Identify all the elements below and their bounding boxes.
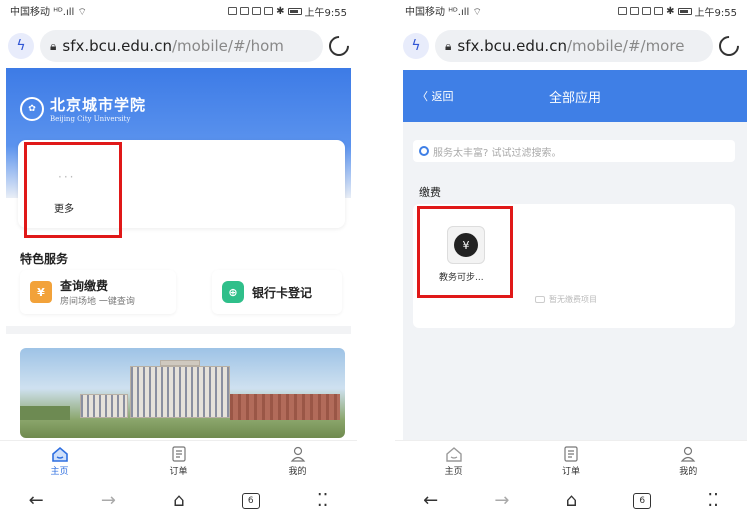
bluetooth-icon: ✱ (276, 5, 285, 17)
tab-label: 订单 (561, 467, 580, 477)
empty-label: 暂无缴费项目 (549, 295, 597, 304)
carrier-label: 中国移动 (405, 7, 445, 18)
reload-icon[interactable] (714, 31, 744, 61)
tab-profile[interactable]: 我的 (268, 446, 328, 477)
status-bar: 中国移动 ᴴᴰ.ıll ⌔ ✱ 上午9:55 (0, 0, 357, 22)
service-bank-card[interactable]: ⊕ 银行卡登记 (212, 270, 342, 314)
tab-label: 我的 (679, 467, 698, 477)
tab-home[interactable]: 主页 (424, 446, 484, 477)
university-logo: ✿ 北京城市学院 Beijing City University (20, 94, 146, 123)
home-icon (51, 446, 69, 462)
bolt-icon[interactable]: ϟ (8, 33, 34, 59)
search-input[interactable]: 服务太丰富? 试试过滤搜索。 (413, 140, 735, 162)
order-icon (170, 446, 188, 462)
logo-name-en: Beijing City University (50, 115, 131, 123)
nfc-icon (252, 7, 262, 15)
search-placeholder: 服务太丰富? 试试过滤搜索。 (433, 147, 562, 159)
back-arrow-icon[interactable]: ← (29, 490, 44, 511)
highlight-box (24, 142, 122, 238)
nfc-icon (642, 7, 652, 15)
section-title: 特色服务 (20, 252, 69, 266)
lock-icon: 🔒︎ (50, 38, 57, 53)
bolt-icon[interactable]: ϟ (403, 33, 429, 59)
campus-photo (20, 348, 345, 438)
page-header: 〈 返回 全部应用 (403, 70, 747, 122)
tabs-count-button[interactable]: 6 (633, 492, 652, 509)
divider (6, 326, 351, 334)
menu-dots-icon[interactable]: ⁚⁚ (317, 490, 328, 511)
page-title: 全部应用 (548, 90, 601, 106)
notification-icon (240, 7, 250, 15)
phone-screen-home: 中国移动 ᴴᴰ.ıll ⌔ ✱ 上午9:55 ϟ 🔒︎ sfx.bcu.edu.… (0, 0, 357, 517)
bank-card-icon: ⊕ (222, 281, 244, 303)
carrier-label: 中国移动 (10, 7, 50, 18)
clock: 上午9:55 (304, 7, 347, 19)
signal-wifi-icons: ᴴᴰ.ıll ⌔ (53, 7, 87, 18)
reload-icon[interactable] (324, 31, 354, 61)
user-icon (289, 446, 307, 462)
tab-home[interactable]: 主页 (30, 446, 90, 477)
bottom-tab-bar: 主页 订单 我的 (395, 440, 747, 482)
order-icon (562, 446, 580, 462)
menu-dots-icon[interactable]: ⁚⁚ (707, 490, 718, 511)
service-sub: 房间场地 一键查询 (60, 297, 135, 307)
search-icon (419, 146, 429, 156)
service-name: 查询缴费 (60, 279, 109, 293)
browser-address-bar: ϟ 🔒︎ sfx.bcu.edu.cn/mobile/#/hom (0, 26, 357, 66)
forward-arrow-icon[interactable]: → (494, 490, 509, 511)
url-host: sfx.bcu.edu.cn (457, 37, 567, 55)
phone-screen-all-apps: 中国移动 ᴴᴰ.ıll ⌔ ✱ 上午9:55 ϟ 🔒︎ sfx.bcu.edu.… (395, 0, 747, 517)
empty-state: 暂无缴费项目 (535, 294, 597, 305)
url-host: sfx.bcu.edu.cn (62, 37, 172, 55)
tab-label: 主页 (50, 467, 69, 477)
tab-label: 我的 (288, 467, 307, 477)
tab-orders[interactable]: 订单 (149, 446, 209, 477)
notification-icon (630, 7, 640, 15)
university-seal-icon: ✿ (20, 96, 44, 121)
tab-label: 订单 (169, 467, 188, 477)
notification-icon (228, 7, 238, 15)
lock-icon: 🔒︎ (445, 38, 452, 53)
vibrate-icon (654, 7, 664, 15)
forward-arrow-icon[interactable]: → (101, 490, 116, 511)
tab-label: 主页 (444, 467, 463, 477)
home-outline-icon[interactable]: ⌂ (173, 490, 184, 511)
tab-profile[interactable]: 我的 (658, 446, 718, 477)
notification-icon (618, 7, 628, 15)
home-outline-icon[interactable]: ⌂ (566, 490, 577, 511)
signal-wifi-icons: ᴴᴰ.ıll ⌔ (448, 7, 482, 18)
status-bar: 中国移动 ᴴᴰ.ıll ⌔ ✱ 上午9:55 (395, 0, 747, 22)
tab-orders[interactable]: 订单 (541, 446, 601, 477)
browser-nav-bar: ← → ⌂ 6 ⁚⁚ (395, 484, 747, 517)
back-arrow-icon[interactable]: ← (423, 490, 438, 511)
url-field[interactable]: 🔒︎ sfx.bcu.edu.cn/mobile/#/hom (40, 30, 323, 62)
url-field[interactable]: 🔒︎ sfx.bcu.edu.cn/mobile/#/more (435, 30, 713, 62)
tabs-count-button[interactable]: 6 (241, 492, 260, 509)
back-button[interactable]: 〈 返回 (417, 88, 454, 104)
home-icon (445, 446, 463, 462)
service-query-payment[interactable]: ¥ 查询缴费 房间场地 一键查询 (20, 270, 176, 314)
bluetooth-icon: ✱ (666, 5, 675, 17)
browser-address-bar: ϟ 🔒︎ sfx.bcu.edu.cn/mobile/#/more (395, 26, 747, 66)
battery-icon (677, 7, 692, 15)
user-icon (679, 446, 697, 462)
browser-nav-bar: ← → ⌂ 6 ⁚⁚ (0, 484, 357, 517)
highlight-box (417, 206, 513, 298)
url-path: /mobile/#/hom (171, 37, 284, 55)
service-name: 银行卡登记 (252, 285, 313, 300)
category-title: 缴费 (419, 186, 441, 199)
bottom-tab-bar: 主页 订单 我的 (0, 440, 357, 482)
logo-name-cn: 北京城市学院 (50, 96, 147, 114)
clock: 上午9:55 (694, 7, 737, 19)
url-path: /mobile/#/more (566, 37, 685, 55)
inbox-icon (535, 296, 545, 303)
battery-icon (287, 7, 302, 15)
vibrate-icon (264, 7, 274, 15)
yuan-icon: ¥ (30, 281, 52, 303)
